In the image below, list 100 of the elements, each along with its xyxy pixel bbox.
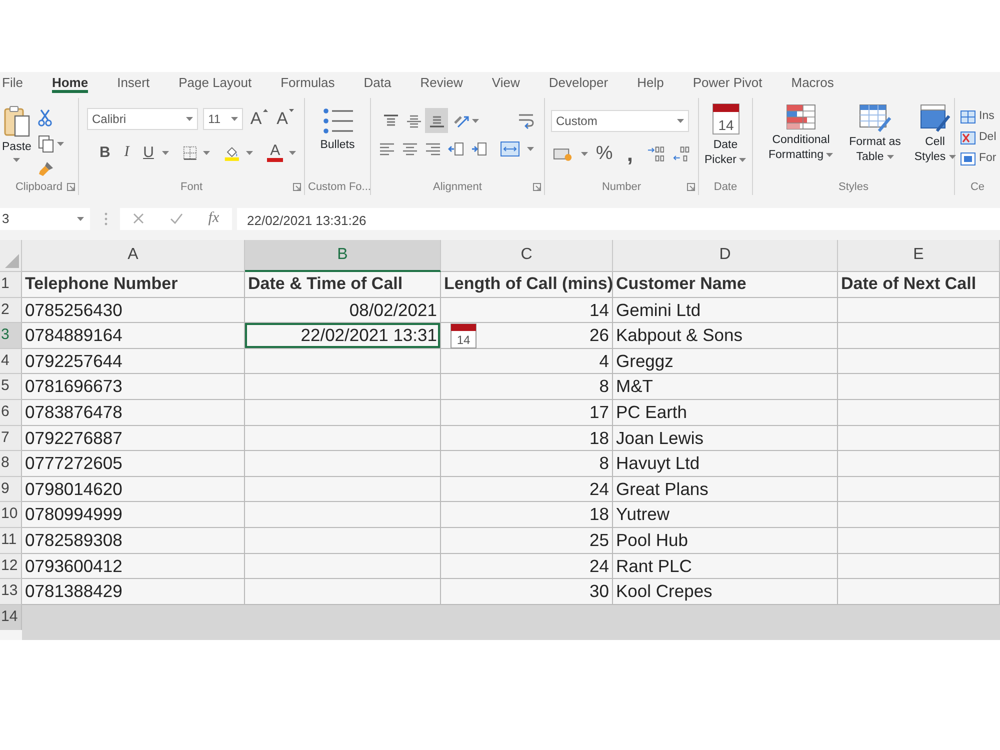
date-picker-button[interactable]: 14 Date Picker [702,103,748,179]
paste-button[interactable]: Paste [2,105,32,179]
increase-decimal-icon[interactable] [646,146,664,162]
banknote-icon[interactable] [553,146,573,161]
ribbon-tab[interactable]: Data [364,72,392,93]
font-size-field[interactable]: 11 [203,108,244,130]
row-header[interactable]: 11 [0,528,22,554]
ribbon-tab[interactable]: Home [52,72,88,93]
ribbon-tab[interactable]: Page Layout [178,72,252,93]
caret-icon[interactable] [886,154,894,159]
conditional-formatting-button[interactable]: Conditional Formatting [763,104,839,179]
bullets-button[interactable]: Bullets [320,107,355,179]
column-header[interactable]: E [838,240,1000,272]
caret-icon[interactable] [162,150,170,154]
caret-icon[interactable] [527,147,534,151]
ribbon-tab[interactable]: File [2,72,23,93]
font-name-field[interactable]: Calibri [87,108,198,130]
ribbon-tab[interactable]: View [492,72,520,93]
caret-icon[interactable] [289,150,296,154]
comma-style-button[interactable]: , [621,144,639,164]
ribbon-button[interactable]: Ins [960,110,1000,124]
caret-icon[interactable] [739,158,746,162]
column-header[interactable]: C [441,240,613,272]
row-header[interactable]: 5 [0,374,22,400]
increase-indent-icon[interactable] [471,142,487,156]
dialog-launcher-icon[interactable] [533,183,541,192]
caret-icon[interactable] [826,152,834,157]
caret-icon[interactable] [77,216,84,220]
ribbon-button[interactable]: Del [960,131,1000,145]
enter-icon[interactable] [170,213,183,224]
shrink-font-button[interactable]: A [274,109,296,129]
font-color-button[interactable]: A [267,143,284,162]
brush-icon[interactable] [38,161,54,177]
italic-button[interactable]: I [118,144,135,162]
ribbon-tab[interactable]: Formulas [280,72,335,93]
number-format-field[interactable]: Custom [551,110,689,132]
decrease-indent-icon[interactable] [448,142,464,156]
caret-icon[interactable] [246,150,254,154]
decrease-decimal-icon[interactable] [672,146,690,162]
ribbon-button[interactable]: For [960,152,1000,166]
merge-cells-icon[interactable] [500,141,520,157]
format-as-table-button[interactable]: Format as Table [845,104,905,179]
table-cell: PC Earth [613,400,838,426]
align-left-icon[interactable] [379,142,395,156]
percent-style-button[interactable]: % [596,143,614,165]
row-header[interactable]: 10 [0,502,22,528]
caret-icon[interactable] [580,152,588,156]
text-orientation-icon[interactable] [453,114,469,128]
insert-function-button[interactable]: fx [208,210,220,228]
grow-font-button[interactable]: A [248,109,270,129]
align-right-icon[interactable] [425,142,441,156]
row-header[interactable]: 2 [0,298,22,324]
table-cell: 24 [441,554,613,580]
wrap-text-icon[interactable] [518,112,534,128]
table-cell: 17 [441,400,613,426]
table-cell: 0777272605 [22,451,245,477]
caret-icon[interactable] [677,119,684,123]
ribbon-tab[interactable]: Developer [548,72,608,93]
row-header[interactable]: 4 [0,348,22,374]
column-header[interactable]: A [22,240,245,272]
caret-icon[interactable] [13,158,20,162]
caret-icon[interactable] [472,118,479,122]
cancel-icon[interactable] [132,213,144,224]
row-header[interactable]: 8 [0,451,22,477]
ribbon-tab[interactable]: Help [637,72,664,93]
row-header[interactable]: 7 [0,426,22,452]
dialog-launcher-icon[interactable] [293,183,301,192]
formula-field[interactable]: 22/02/2021 13:31:26 [237,208,1000,230]
row-header[interactable]: 6 [0,400,22,426]
dialog-launcher-icon[interactable] [687,183,695,192]
ribbon-tab[interactable]: Insert [117,72,150,93]
column-header[interactable]: D [613,240,838,272]
table-cell: 08/02/2021 [245,298,441,324]
caret-icon[interactable] [231,117,238,121]
row-header[interactable]: 12 [0,554,22,580]
underline-button[interactable]: U [140,144,156,162]
row-header[interactable]: 14 [0,604,22,630]
row-header[interactable]: 13 [0,579,22,605]
ribbon-tab[interactable]: Power Pivot [692,72,762,93]
row-header[interactable]: 3 [0,323,22,349]
borders-icon[interactable] [183,144,198,160]
header-cell: Date & Time of Call [245,272,441,298]
scissors-icon[interactable] [38,109,52,127]
caret-icon[interactable] [57,142,64,146]
caret-icon[interactable] [203,150,210,154]
caret-icon[interactable] [948,154,956,159]
name-box[interactable]: 3 [0,208,90,230]
bold-button[interactable]: B [97,144,113,162]
cell-styles-button[interactable]: Cell Styles [911,104,959,179]
caret-icon[interactable] [186,117,194,121]
copy-icon[interactable] [38,135,54,153]
calendar-icon[interactable]: 14 [450,322,477,349]
row-header[interactable]: 9 [0,476,22,502]
ribbon-tab[interactable]: Macros [791,72,834,93]
dialog-launcher-icon[interactable] [67,183,75,192]
align-center-icon[interactable] [402,142,418,156]
row-header[interactable]: 1 [0,272,22,298]
column-header[interactable]: B [245,240,441,272]
align-bottom-button[interactable] [425,108,448,133]
ribbon-tab[interactable]: Review [420,72,463,93]
